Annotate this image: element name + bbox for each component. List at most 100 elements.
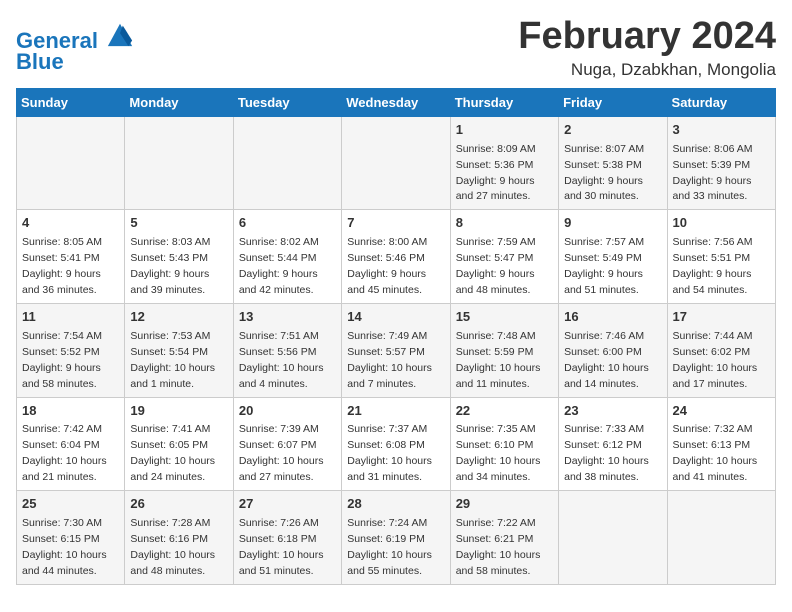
day-number: 2 — [564, 121, 661, 140]
calendar-cell: 23 Sunrise: 7:33 AMSunset: 6:12 PMDayligh… — [559, 397, 667, 491]
calendar-header-thursday: Thursday — [450, 88, 558, 116]
title-area: February 2024 Nuga, Dzabkhan, Mongolia — [518, 16, 776, 80]
day-info: Sunrise: 7:30 AMSunset: 6:15 PMDaylight:… — [22, 517, 107, 577]
calendar-cell: 19 Sunrise: 7:41 AMSunset: 6:05 PMDayligh… — [125, 397, 233, 491]
day-info: Sunrise: 7:56 AMSunset: 5:51 PMDaylight:… — [673, 236, 753, 296]
calendar-header-row: SundayMondayTuesdayWednesdayThursdayFrid… — [17, 88, 776, 116]
day-info: Sunrise: 7:46 AMSunset: 6:00 PMDaylight:… — [564, 330, 649, 390]
day-number: 6 — [239, 214, 336, 233]
day-info: Sunrise: 7:49 AMSunset: 5:57 PMDaylight:… — [347, 330, 432, 390]
calendar-cell: 11 Sunrise: 7:54 AMSunset: 5:52 PMDayligh… — [17, 303, 125, 397]
calendar-cell: 14 Sunrise: 7:49 AMSunset: 5:57 PMDayligh… — [342, 303, 450, 397]
day-info: Sunrise: 8:00 AMSunset: 5:46 PMDaylight:… — [347, 236, 427, 296]
calendar-cell: 25 Sunrise: 7:30 AMSunset: 6:15 PMDayligh… — [17, 491, 125, 585]
day-info: Sunrise: 8:06 AMSunset: 5:39 PMDaylight:… — [673, 143, 753, 203]
calendar-cell: 18 Sunrise: 7:42 AMSunset: 6:04 PMDayligh… — [17, 397, 125, 491]
calendar-header-wednesday: Wednesday — [342, 88, 450, 116]
calendar-week-row: 25 Sunrise: 7:30 AMSunset: 6:15 PMDayligh… — [17, 491, 776, 585]
day-number: 11 — [22, 308, 119, 327]
day-info: Sunrise: 7:26 AMSunset: 6:18 PMDaylight:… — [239, 517, 324, 577]
day-info: Sunrise: 8:07 AMSunset: 5:38 PMDaylight:… — [564, 143, 644, 203]
calendar-cell — [667, 491, 775, 585]
calendar-header-saturday: Saturday — [667, 88, 775, 116]
calendar-week-row: 11 Sunrise: 7:54 AMSunset: 5:52 PMDayligh… — [17, 303, 776, 397]
day-info: Sunrise: 7:37 AMSunset: 6:08 PMDaylight:… — [347, 423, 432, 483]
day-number: 13 — [239, 308, 336, 327]
calendar-cell: 2 Sunrise: 8:07 AMSunset: 5:38 PMDaylight… — [559, 116, 667, 210]
calendar-week-row: 18 Sunrise: 7:42 AMSunset: 6:04 PMDayligh… — [17, 397, 776, 491]
day-number: 27 — [239, 495, 336, 514]
day-number: 28 — [347, 495, 444, 514]
day-info: Sunrise: 7:54 AMSunset: 5:52 PMDaylight:… — [22, 330, 102, 390]
day-number: 24 — [673, 402, 770, 421]
day-info: Sunrise: 8:03 AMSunset: 5:43 PMDaylight:… — [130, 236, 210, 296]
day-info: Sunrise: 7:41 AMSunset: 6:05 PMDaylight:… — [130, 423, 215, 483]
day-number: 18 — [22, 402, 119, 421]
calendar-header-monday: Monday — [125, 88, 233, 116]
day-info: Sunrise: 7:59 AMSunset: 5:47 PMDaylight:… — [456, 236, 536, 296]
day-number: 12 — [130, 308, 227, 327]
day-number: 25 — [22, 495, 119, 514]
calendar-cell: 12 Sunrise: 7:53 AMSunset: 5:54 PMDayligh… — [125, 303, 233, 397]
calendar-header-friday: Friday — [559, 88, 667, 116]
calendar-cell: 16Sunrise: 7:46 AMSunset: 6:00 PMDayligh… — [559, 303, 667, 397]
logo: General Blue — [16, 20, 134, 75]
calendar-table: SundayMondayTuesdayWednesdayThursdayFrid… — [16, 88, 776, 585]
day-number: 7 — [347, 214, 444, 233]
calendar-cell — [342, 116, 450, 210]
day-info: Sunrise: 7:28 AMSunset: 6:16 PMDaylight:… — [130, 517, 215, 577]
calendar-cell: 8 Sunrise: 7:59 AMSunset: 5:47 PMDaylight… — [450, 210, 558, 304]
day-info: Sunrise: 7:24 AMSunset: 6:19 PMDaylight:… — [347, 517, 432, 577]
day-number: 3 — [673, 121, 770, 140]
calendar-header-sunday: Sunday — [17, 88, 125, 116]
day-info: Sunrise: 7:51 AMSunset: 5:56 PMDaylight:… — [239, 330, 324, 390]
calendar-cell: 27 Sunrise: 7:26 AMSunset: 6:18 PMDayligh… — [233, 491, 341, 585]
calendar-cell — [233, 116, 341, 210]
header: General Blue February 2024 Nuga, Dzabkha… — [16, 16, 776, 80]
calendar-cell: 9 Sunrise: 7:57 AMSunset: 5:49 PMDaylight… — [559, 210, 667, 304]
calendar-cell: 22 Sunrise: 7:35 AMSunset: 6:10 PMDayligh… — [450, 397, 558, 491]
day-info: Sunrise: 7:57 AMSunset: 5:49 PMDaylight:… — [564, 236, 644, 296]
calendar-cell — [125, 116, 233, 210]
calendar-cell: 10Sunrise: 7:56 AMSunset: 5:51 PMDayligh… — [667, 210, 775, 304]
day-number: 19 — [130, 402, 227, 421]
day-info: Sunrise: 7:22 AMSunset: 6:21 PMDaylight:… — [456, 517, 541, 577]
calendar-cell: 28 Sunrise: 7:24 AMSunset: 6:19 PMDayligh… — [342, 491, 450, 585]
day-info: Sunrise: 7:53 AMSunset: 5:54 PMDaylight:… — [130, 330, 215, 390]
day-info: Sunrise: 7:42 AMSunset: 6:04 PMDaylight:… — [22, 423, 107, 483]
day-number: 4 — [22, 214, 119, 233]
calendar-week-row: 1 Sunrise: 8:09 AMSunset: 5:36 PMDaylight… — [17, 116, 776, 210]
calendar-cell: 7 Sunrise: 8:00 AMSunset: 5:46 PMDaylight… — [342, 210, 450, 304]
day-number: 1 — [456, 121, 553, 140]
calendar-cell: 15Sunrise: 7:48 AMSunset: 5:59 PMDayligh… — [450, 303, 558, 397]
calendar-cell: 29 Sunrise: 7:22 AMSunset: 6:21 PMDayligh… — [450, 491, 558, 585]
day-number: 15 — [456, 308, 553, 327]
day-number: 26 — [130, 495, 227, 514]
calendar-cell: 5 Sunrise: 8:03 AMSunset: 5:43 PMDaylight… — [125, 210, 233, 304]
day-number: 5 — [130, 214, 227, 233]
calendar-cell: 13 Sunrise: 7:51 AMSunset: 5:56 PMDayligh… — [233, 303, 341, 397]
day-number: 29 — [456, 495, 553, 514]
day-info: Sunrise: 7:33 AMSunset: 6:12 PMDaylight:… — [564, 423, 649, 483]
day-number: 22 — [456, 402, 553, 421]
day-number: 14 — [347, 308, 444, 327]
day-number: 23 — [564, 402, 661, 421]
day-info: Sunrise: 8:09 AMSunset: 5:36 PMDaylight:… — [456, 143, 536, 203]
day-number: 8 — [456, 214, 553, 233]
month-title: February 2024 — [518, 16, 776, 58]
day-info: Sunrise: 7:32 AMSunset: 6:13 PMDaylight:… — [673, 423, 758, 483]
calendar-cell: 26 Sunrise: 7:28 AMSunset: 6:16 PMDayligh… — [125, 491, 233, 585]
day-info: Sunrise: 7:35 AMSunset: 6:10 PMDaylight:… — [456, 423, 541, 483]
calendar-cell: 24 Sunrise: 7:32 AMSunset: 6:13 PMDayligh… — [667, 397, 775, 491]
calendar-header-tuesday: Tuesday — [233, 88, 341, 116]
calendar-cell — [559, 491, 667, 585]
calendar-cell: 20Sunrise: 7:39 AMSunset: 6:07 PMDayligh… — [233, 397, 341, 491]
calendar-cell: 17Sunrise: 7:44 AMSunset: 6:02 PMDayligh… — [667, 303, 775, 397]
day-number: 9 — [564, 214, 661, 233]
day-info: Sunrise: 8:05 AMSunset: 5:41 PMDaylight:… — [22, 236, 102, 296]
day-info: Sunrise: 7:44 AMSunset: 6:02 PMDaylight:… — [673, 330, 758, 390]
calendar-cell: 1 Sunrise: 8:09 AMSunset: 5:36 PMDaylight… — [450, 116, 558, 210]
day-info: Sunrise: 7:39 AMSunset: 6:07 PMDaylight:… — [239, 423, 324, 483]
logo-icon — [106, 20, 134, 48]
calendar-cell: 6Sunrise: 8:02 AMSunset: 5:44 PMDaylight… — [233, 210, 341, 304]
